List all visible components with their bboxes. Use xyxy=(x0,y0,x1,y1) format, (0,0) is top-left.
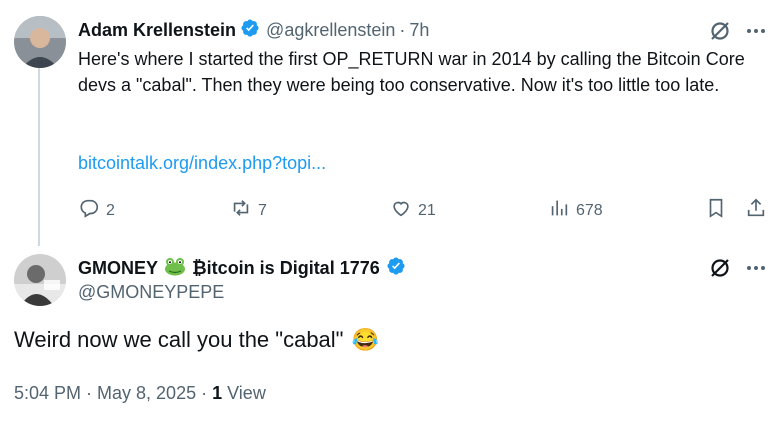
repost-count: 7 xyxy=(258,201,267,219)
reply-timestamp-row: 5:04 PM · May 8, 2025 · 1 View xyxy=(14,383,266,404)
reply-tweet-text: Weird now we call you the "cabal" xyxy=(14,327,344,352)
reply-timestamp[interactable]: 5:04 PM · May 8, 2025 · xyxy=(14,383,212,403)
verified-badge-icon xyxy=(386,256,406,281)
reply-author-handle[interactable]: @GMONEYPEPE xyxy=(78,282,224,303)
views-icon xyxy=(548,197,570,224)
views-count: 678 xyxy=(576,201,603,219)
repost-button[interactable]: 7 xyxy=(230,197,267,224)
frog-emoji-icon xyxy=(164,256,186,281)
author-name[interactable]: Adam Krellenstein xyxy=(78,20,236,41)
avatar-adam[interactable] xyxy=(14,16,66,68)
like-count: 21 xyxy=(418,201,436,219)
like-button[interactable]: 21 xyxy=(390,197,436,224)
thread-connector-line xyxy=(38,66,40,246)
separator: · xyxy=(399,20,406,40)
reply-count: 2 xyxy=(106,201,115,219)
views-button[interactable]: 678 xyxy=(548,197,603,224)
view-label: View xyxy=(227,383,266,403)
tweet-link[interactable]: bitcointalk.org/index.php?topi... xyxy=(78,153,326,174)
reply-tweet-header: GMONEY ₿itcoin is Digital 1776 xyxy=(78,256,406,281)
tweet-time[interactable]: 7h xyxy=(409,20,429,41)
reply-tweet-text-row: Weird now we call you the "cabal" 😂 xyxy=(14,327,379,353)
share-icon[interactable] xyxy=(745,197,767,219)
laughing-emoji-icon: 😂 xyxy=(351,327,379,352)
view-count: 1 xyxy=(212,383,223,403)
grok-icon[interactable] xyxy=(708,19,732,43)
avatar-gmoney[interactable] xyxy=(14,254,66,306)
author-handle[interactable]: @agkrellenstein xyxy=(266,20,395,41)
more-icon[interactable] xyxy=(744,19,768,43)
more-icon[interactable] xyxy=(744,256,768,280)
reply-author-name[interactable]: GMONEY xyxy=(78,258,158,279)
parent-tweet-text: Here's where I started the first OP_RETU… xyxy=(78,49,745,95)
like-icon xyxy=(390,197,412,224)
repost-icon xyxy=(230,197,252,224)
parent-tweet-header: Adam Krellenstein @agkrellenstein · 7h xyxy=(78,18,429,43)
grok-icon[interactable] xyxy=(708,256,732,280)
reply-name-suffix: ₿itcoin is Digital 1776 xyxy=(192,258,380,278)
reply-icon xyxy=(78,197,100,224)
reply-button[interactable]: 2 xyxy=(78,197,115,224)
verified-badge-icon xyxy=(240,18,260,43)
bookmark-icon[interactable] xyxy=(705,197,727,219)
